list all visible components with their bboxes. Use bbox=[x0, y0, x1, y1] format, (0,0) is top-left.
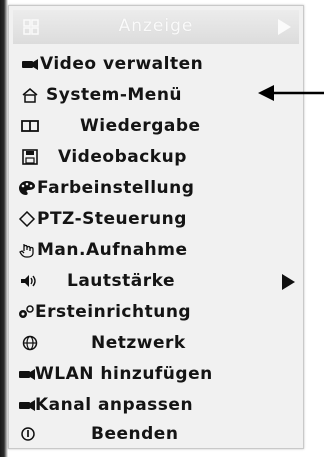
menu-item-label: Videobackup bbox=[58, 147, 187, 167]
speaker-icon bbox=[20, 273, 38, 289]
menu-item-beenden[interactable]: Beenden bbox=[13, 419, 299, 449]
menu-item-label: Netzwerk bbox=[91, 333, 186, 353]
menu-item-farbeinstellung[interactable]: Farbeinstellung bbox=[13, 173, 299, 203]
hand-icon bbox=[18, 242, 36, 258]
gear-icon bbox=[17, 304, 35, 320]
camera-icon bbox=[21, 56, 39, 72]
menu-title: Anzeige bbox=[118, 16, 194, 36]
menu-item-wlan-hinzufuegen[interactable]: WLAN hinzufügen bbox=[13, 359, 299, 389]
menu-item-wiedergabe[interactable]: Wiedergabe bbox=[13, 111, 299, 141]
menu-item-videobackup[interactable]: Videobackup bbox=[13, 142, 299, 172]
menu-item-label: Ersteinrichtung bbox=[35, 302, 192, 322]
screen: Anzeige Video verwalten System-Menü Wied… bbox=[0, 0, 326, 457]
triangle-right-icon bbox=[278, 19, 291, 35]
menu-item-lautstaerke[interactable]: Lautstärke bbox=[13, 266, 299, 296]
globe-icon bbox=[21, 335, 39, 351]
menu-item-label: PTZ-Steuerung bbox=[37, 209, 187, 229]
camera-icon bbox=[18, 397, 36, 413]
menu-item-kanal-anpassen[interactable]: Kanal anpassen bbox=[13, 390, 299, 420]
menu-item-label: Man.Aufnahme bbox=[37, 240, 188, 260]
menu-item-label: Farbeinstellung bbox=[37, 178, 195, 198]
playback-icon bbox=[21, 118, 39, 134]
floppy-disk-icon bbox=[21, 149, 39, 165]
menu-item-video-verwalten[interactable]: Video verwalten bbox=[13, 49, 299, 79]
submenu-arrow-icon bbox=[282, 274, 295, 290]
menu-item-label: Beenden bbox=[91, 424, 179, 444]
power-icon bbox=[19, 426, 37, 442]
arrow-left-icon bbox=[258, 85, 324, 101]
menu-item-label: System-Menü bbox=[46, 85, 183, 105]
home-icon bbox=[21, 87, 39, 103]
menu-item-ersteinrichtung[interactable]: Ersteinrichtung bbox=[13, 297, 299, 327]
menu-item-label: Video verwalten bbox=[40, 54, 204, 74]
menu-item-netzwerk[interactable]: Netzwerk bbox=[13, 328, 299, 358]
menu-item-label: WLAN hinzufügen bbox=[35, 364, 213, 384]
menu-item-label: Wiedergabe bbox=[80, 116, 201, 136]
menu-item-system-menu[interactable]: System-Menü bbox=[13, 80, 299, 110]
menu-item-ptz-steuerung[interactable]: PTZ-Steuerung bbox=[13, 204, 299, 234]
menu-header: Anzeige bbox=[13, 10, 299, 44]
menu-item-label: Lautstärke bbox=[67, 271, 176, 291]
menu-item-man-aufnahme[interactable]: Man.Aufnahme bbox=[13, 235, 299, 265]
palette-icon bbox=[18, 180, 36, 196]
camera-icon bbox=[18, 366, 36, 382]
context-menu: Anzeige Video verwalten System-Menü Wied… bbox=[8, 5, 304, 449]
menu-item-label: Kanal anpassen bbox=[35, 395, 194, 415]
diamond-icon bbox=[18, 210, 36, 228]
